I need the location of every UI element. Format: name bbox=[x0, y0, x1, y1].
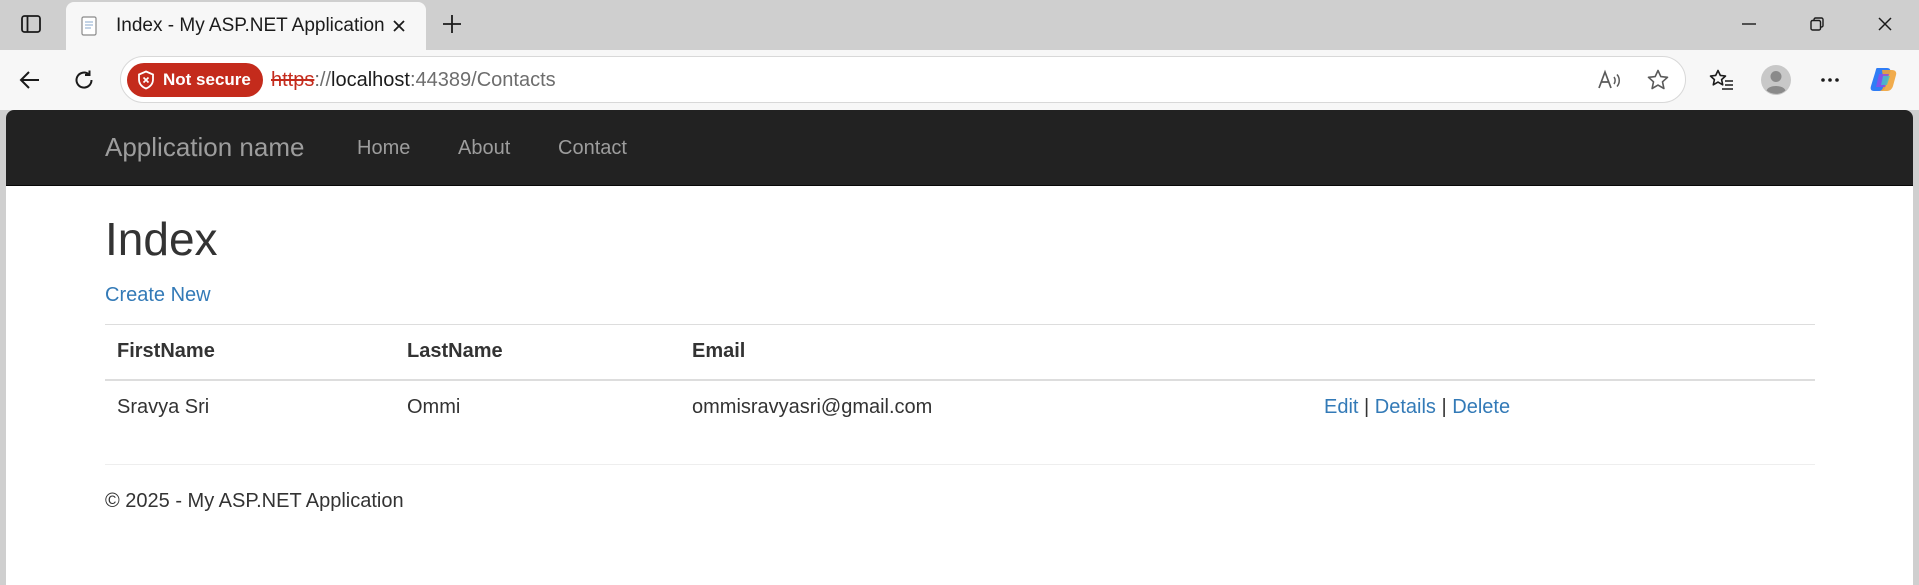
close-icon bbox=[393, 20, 405, 32]
favorites-list-icon bbox=[1709, 69, 1733, 90]
contacts-table: FirstName LastName Email Sravya Sri Ommi… bbox=[105, 324, 1815, 435]
new-tab-button[interactable] bbox=[436, 8, 468, 40]
settings-more-button[interactable] bbox=[1812, 62, 1848, 98]
active-tab[interactable]: Index - My ASP.NET Application bbox=[66, 2, 426, 50]
delete-link[interactable]: Delete bbox=[1452, 396, 1510, 418]
copilot-icon bbox=[1870, 68, 1897, 91]
create-new-link[interactable]: Create New bbox=[105, 284, 211, 307]
refresh-icon bbox=[75, 70, 93, 89]
site-navbar: Application name Home About Contact bbox=[6, 110, 1913, 186]
close-icon bbox=[1878, 17, 1892, 31]
action-separator: | bbox=[1441, 396, 1447, 418]
table-row: Sravya Sri Ommi ommisravyasri@gmail.com … bbox=[105, 380, 1815, 435]
navbar-brand-link[interactable]: Application name bbox=[105, 132, 304, 163]
shield-warning-icon bbox=[138, 70, 154, 90]
cell-email: ommisravyasri@gmail.com bbox=[692, 396, 933, 418]
footer-divider bbox=[105, 464, 1815, 465]
not-secure-label: Not secure bbox=[163, 70, 251, 89]
url-scheme: https bbox=[271, 69, 315, 91]
read-aloud-icon bbox=[1598, 69, 1620, 89]
url-separator: :// bbox=[314, 69, 332, 91]
restore-icon bbox=[1810, 17, 1824, 31]
url-path: /Contacts bbox=[471, 69, 556, 91]
tab-actions-button[interactable] bbox=[14, 9, 48, 39]
refresh-button[interactable] bbox=[66, 62, 102, 98]
details-link[interactable]: Details bbox=[1375, 396, 1436, 418]
column-header-lastname: LastName bbox=[395, 324, 680, 381]
column-header-email: Email bbox=[680, 324, 1312, 381]
back-arrow-icon bbox=[19, 71, 39, 89]
favorites-button[interactable] bbox=[1704, 62, 1740, 98]
star-icon bbox=[1647, 69, 1669, 90]
page-viewport: Application name Home About Contact Inde… bbox=[6, 110, 1913, 585]
copilot-button[interactable] bbox=[1866, 62, 1902, 98]
nav-link-home[interactable]: Home bbox=[357, 137, 410, 160]
nav-link-about[interactable]: About bbox=[458, 137, 510, 160]
url-port: :44389 bbox=[409, 69, 472, 91]
url-host: localhost bbox=[331, 69, 410, 91]
window-close-button[interactable] bbox=[1857, 6, 1913, 42]
favorite-star-button[interactable] bbox=[1643, 65, 1673, 95]
cell-last-name: Ommi bbox=[407, 396, 461, 418]
edit-link[interactable]: Edit bbox=[1324, 396, 1358, 418]
tab-close-button[interactable] bbox=[386, 13, 412, 39]
browser-toolbar: Not secure https://localhost:44389/Conta… bbox=[0, 50, 1919, 110]
column-header-actions bbox=[1312, 324, 1815, 381]
action-separator: | bbox=[1364, 396, 1370, 418]
profile-button[interactable] bbox=[1758, 62, 1794, 98]
tab-actions-icon bbox=[21, 15, 41, 33]
url-text[interactable]: https://localhost:44389/Contacts bbox=[271, 69, 556, 92]
restore-button[interactable] bbox=[1789, 6, 1845, 42]
minimize-icon bbox=[1742, 23, 1756, 25]
table-header-row: FirstName LastName Email bbox=[105, 324, 1815, 381]
not-secure-badge[interactable]: Not secure bbox=[127, 63, 263, 97]
cell-first-name: Sravya Sri bbox=[117, 396, 210, 418]
cell-actions: Edit | Details | Delete bbox=[1312, 380, 1815, 435]
column-header-firstname: FirstName bbox=[105, 324, 395, 381]
read-aloud-button[interactable] bbox=[1595, 65, 1625, 95]
back-button[interactable] bbox=[12, 62, 48, 98]
nav-link-contact[interactable]: Contact bbox=[558, 137, 627, 160]
tab-title: Index - My ASP.NET Application bbox=[116, 15, 385, 36]
page-favicon-icon bbox=[81, 16, 97, 36]
plus-icon bbox=[443, 15, 461, 33]
tab-strip: Index - My ASP.NET Application bbox=[0, 0, 1919, 50]
footer-copyright: © 2025 - My ASP.NET Application bbox=[105, 490, 404, 512]
minimize-button[interactable] bbox=[1721, 6, 1777, 42]
page-title: Index bbox=[105, 213, 218, 265]
avatar-icon bbox=[1761, 65, 1791, 95]
more-ellipsis-icon bbox=[1821, 78, 1839, 82]
address-bar[interactable]: Not secure https://localhost:44389/Conta… bbox=[120, 56, 1686, 103]
